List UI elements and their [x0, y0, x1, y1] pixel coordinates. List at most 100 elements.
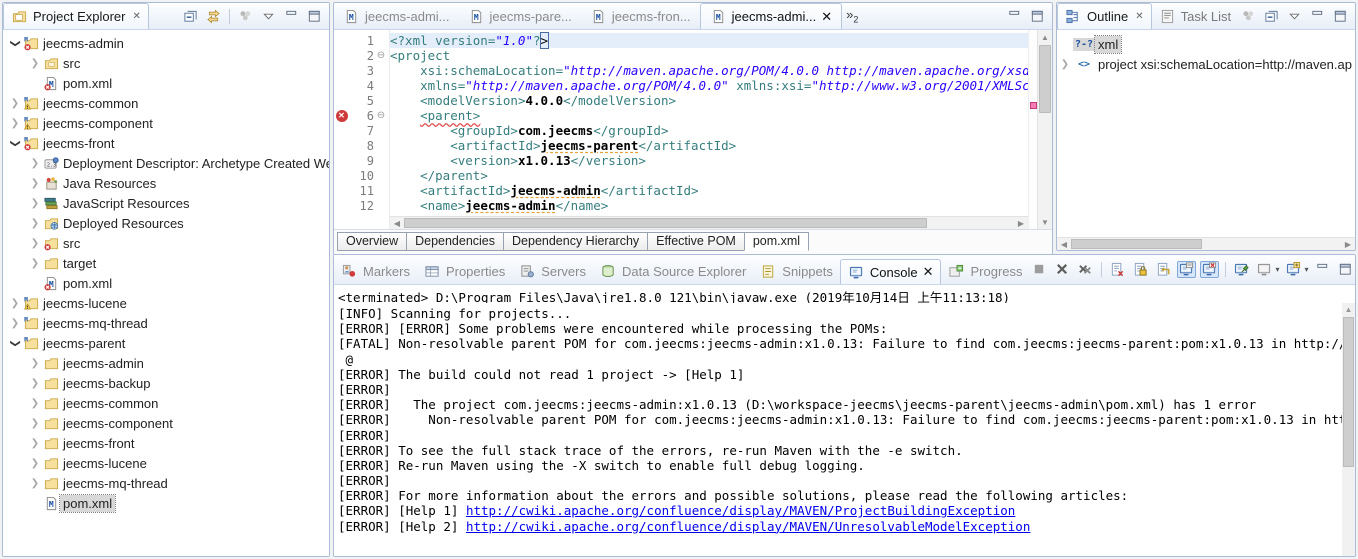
- scroll-left-icon[interactable]: ◀: [390, 217, 404, 229]
- gutter-line[interactable]: 12: [334, 198, 389, 213]
- tab-task-list[interactable]: Task List: [1152, 3, 1239, 29]
- stop-icon[interactable]: [1030, 261, 1049, 278]
- tree-item-jeecms-backup[interactable]: ❯jeecms-backup: [3, 373, 329, 393]
- editor-horizontal-scrollbar[interactable]: ◀ ▶: [390, 216, 1028, 229]
- tree-item-src[interactable]: ❯src: [3, 53, 329, 73]
- maximize-icon[interactable]: [1028, 8, 1047, 25]
- tree-item-label[interactable]: jeecms-lucene: [40, 295, 130, 312]
- show-on-stdout-icon[interactable]: [1177, 261, 1196, 278]
- tree-item-jeecms-common[interactable]: ❯ jeecms-common: [3, 393, 329, 413]
- editor-tab-jeecms-admi-[interactable]: Mjeecms-admi...: [334, 3, 459, 29]
- editor-vertical-scrollbar[interactable]: ▲ ▼: [1037, 30, 1052, 229]
- collapsed-arrow-icon[interactable]: ❯: [27, 198, 43, 209]
- view-tab-console[interactable]: Console✕: [840, 259, 942, 284]
- code-line-10[interactable]: </parent>: [390, 168, 1028, 183]
- code-line-12[interactable]: <name>jeecms-admin</name>: [390, 198, 1028, 213]
- collapsed-arrow-icon[interactable]: ❯: [1057, 59, 1073, 70]
- tab-overflow-chevron[interactable]: »2: [842, 7, 862, 25]
- collapsed-arrow-icon[interactable]: ❯: [7, 318, 23, 329]
- gutter-line[interactable]: 3: [334, 63, 389, 78]
- view-tab-properties[interactable]: Properties: [417, 259, 512, 284]
- editor-tab-jeecms-admi-[interactable]: Mjeecms-admi...✕: [700, 3, 842, 29]
- chevron-down-icon[interactable]: ▾: [1305, 265, 1309, 274]
- tree-item-label[interactable]: JavaScript Resources: [60, 195, 192, 212]
- collapsed-arrow-icon[interactable]: ❯: [27, 378, 43, 389]
- outline-item[interactable]: ?-?xml: [1057, 34, 1355, 54]
- collapsed-arrow-icon[interactable]: ❯: [27, 478, 43, 489]
- editor-body[interactable]: 12⊖345✕6⊖789101112 <?xml version="1.0"?>…: [334, 30, 1052, 229]
- tree-item-label[interactable]: pom.xml: [60, 75, 115, 92]
- scroll-lock-icon[interactable]: [1131, 261, 1150, 278]
- code-line-3[interactable]: xsi:schemaLocation="http://maven.apache.…: [390, 63, 1028, 78]
- view-tab-markers[interactable]: Markers: [334, 259, 417, 284]
- scroll-left-icon[interactable]: ◀: [1057, 238, 1071, 250]
- collapsed-arrow-icon[interactable]: ❯: [27, 438, 43, 449]
- pom-page-tab-pom-xml[interactable]: pom.xml: [744, 232, 809, 251]
- scroll-right-icon[interactable]: ▶: [1341, 238, 1355, 250]
- error-marker-icon[interactable]: ✕: [334, 110, 349, 122]
- tree-item-pom-xml[interactable]: Mpom.xml: [3, 273, 329, 293]
- link-with-editor-icon[interactable]: [204, 8, 223, 25]
- minimize-icon[interactable]: [282, 8, 301, 25]
- tree-item-javascript-resources[interactable]: ❯ JavaScript Resources: [3, 193, 329, 213]
- tree-item-label[interactable]: jeecms-component: [60, 415, 176, 432]
- scrollbar-thumb[interactable]: [1071, 239, 1202, 249]
- gutter-line[interactable]: 9: [334, 153, 389, 168]
- tab-outline[interactable]: Outline ✕: [1057, 3, 1152, 29]
- code-line-7[interactable]: <groupId>com.jeecms</groupId>: [390, 123, 1028, 138]
- tree-item-jeecms-parent[interactable]: ❯Mjeecms-parent: [3, 333, 329, 353]
- view-tab-servers[interactable]: Servers: [512, 259, 593, 284]
- pin-console-icon[interactable]: [1232, 261, 1251, 278]
- collapsed-arrow-icon[interactable]: ❯: [27, 398, 43, 409]
- pom-page-tab-dependencies[interactable]: Dependencies: [406, 232, 504, 251]
- display-selected-console-icon[interactable]: [1255, 261, 1274, 278]
- tree-item-jeecms-component[interactable]: ❯jeecms-component: [3, 413, 329, 433]
- console-output[interactable]: [INFO] Scanning for projects...[ERROR] […: [334, 303, 1355, 556]
- outline-item[interactable]: ❯<>project xsi:schemaLocation=http://mav…: [1057, 54, 1355, 74]
- scrollbar-thumb[interactable]: [1343, 317, 1354, 467]
- tree-item-java-resources[interactable]: ❯Java Resources: [3, 173, 329, 193]
- scroll-right-icon[interactable]: ▶: [1014, 217, 1028, 229]
- console-help-link[interactable]: http://cwiki.apache.org/confluence/displ…: [466, 519, 1030, 534]
- gutter-line[interactable]: 11: [334, 183, 389, 198]
- tree-item-jeecms-mq-thread[interactable]: ❯Mjeecms-mq-thread: [3, 313, 329, 333]
- tree-item-label[interactable]: jeecms-admin: [60, 355, 147, 372]
- close-icon[interactable]: ✕: [821, 9, 832, 25]
- close-all-consoles-icon[interactable]: [1076, 261, 1095, 278]
- outline-horizontal-scrollbar[interactable]: ◀ ▶: [1057, 237, 1355, 250]
- collapsed-arrow-icon[interactable]: ❯: [7, 98, 23, 109]
- console-vertical-scrollbar[interactable]: ▲: [1342, 303, 1355, 556]
- overview-error-marker[interactable]: [1030, 102, 1037, 109]
- code-line-8[interactable]: <artifactId>jeecms-parent</artifactId>: [390, 138, 1028, 153]
- collapse-all-icon[interactable]: [181, 8, 200, 25]
- outline-item-label[interactable]: xml: [1095, 36, 1121, 53]
- fold-collapse-icon[interactable]: ⊖: [374, 50, 388, 61]
- minimize-icon[interactable]: [1308, 8, 1327, 25]
- close-icon[interactable]: ✕: [132, 11, 140, 22]
- collapsed-arrow-icon[interactable]: ❯: [7, 118, 23, 129]
- focus-icon[interactable]: [236, 8, 255, 25]
- tree-item-label[interactable]: jeecms-front: [60, 435, 138, 452]
- close-icon[interactable]: ✕: [923, 264, 934, 280]
- expanded-arrow-icon[interactable]: ❯: [10, 335, 21, 351]
- collapsed-arrow-icon[interactable]: ❯: [27, 158, 43, 169]
- collapsed-arrow-icon[interactable]: ❯: [7, 298, 23, 309]
- tree-item-label[interactable]: jeecms-admin: [40, 35, 127, 52]
- tree-item-pom-xml[interactable]: Mpom.xml: [3, 73, 329, 93]
- pom-page-tab-effective-pom[interactable]: Effective POM: [647, 232, 745, 251]
- tree-item-label[interactable]: src: [60, 55, 83, 72]
- scroll-up-icon[interactable]: ▲: [1038, 30, 1052, 44]
- tree-item-jeecms-common[interactable]: ❯Mjeecms-common: [3, 93, 329, 113]
- tree-item-jeecms-lucene[interactable]: ❯jeecms-lucene: [3, 453, 329, 473]
- collapsed-arrow-icon[interactable]: ❯: [27, 258, 43, 269]
- code-line-9[interactable]: <version>x1.0.13</version>: [390, 153, 1028, 168]
- gutter-line[interactable]: 2⊖: [334, 48, 389, 63]
- minimize-icon[interactable]: [1313, 261, 1332, 278]
- tree-item-label[interactable]: Deployment Descriptor: Archetype Created…: [60, 155, 329, 172]
- close-icon[interactable]: ✕: [1135, 11, 1143, 22]
- tree-item-label[interactable]: jeecms-common: [60, 395, 161, 412]
- tree-item-label[interactable]: jeecms-lucene: [60, 455, 150, 472]
- code-line-4[interactable]: xmlns="http://maven.apache.org/POM/4.0.0…: [390, 78, 1028, 93]
- collapsed-arrow-icon[interactable]: ❯: [27, 178, 43, 189]
- minimize-icon[interactable]: [1005, 8, 1024, 25]
